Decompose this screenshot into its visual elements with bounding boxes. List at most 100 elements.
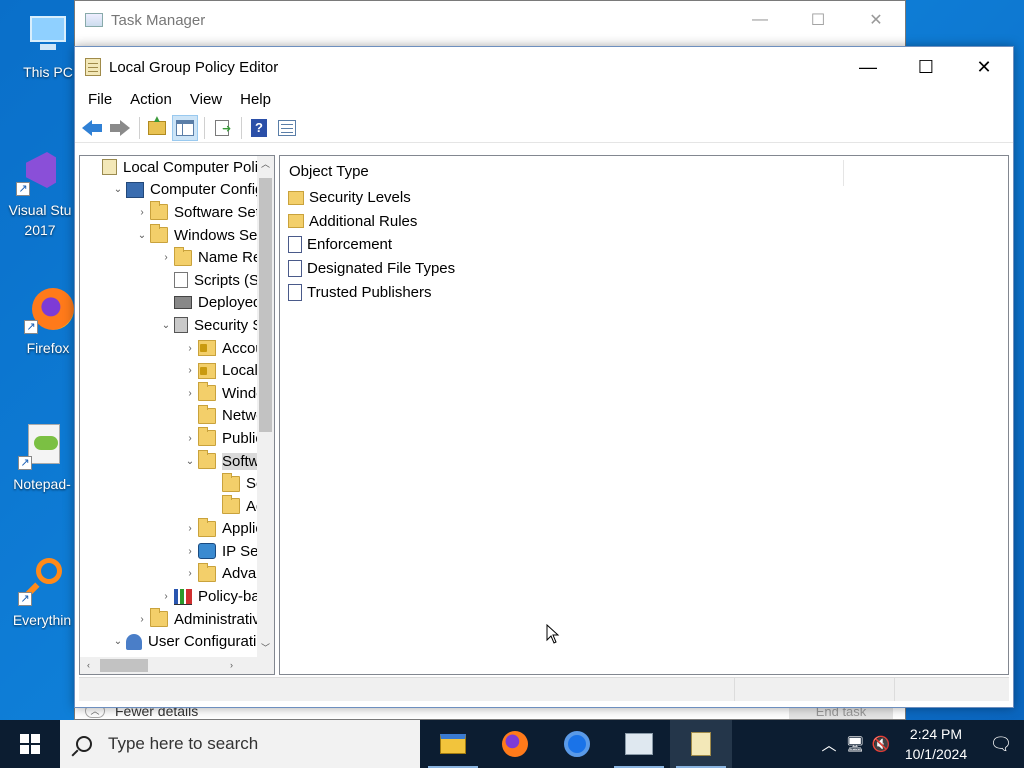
tree-vertical-scrollbar[interactable]: ︿ ﹀	[257, 156, 274, 657]
task-manager-title: Task Manager	[111, 11, 206, 29]
tree-node[interactable]: › Windows Defender Firewall	[80, 382, 257, 405]
export-list-button[interactable]	[209, 115, 235, 141]
scroll-left-icon[interactable]: ‹	[80, 657, 97, 674]
taskbar-chrome[interactable]	[546, 720, 608, 768]
tree-node[interactable]: › Name Resolution Policy	[80, 246, 257, 269]
chevron-right-icon[interactable]: ›	[134, 614, 150, 625]
taskbar-group-policy-editor[interactable]	[670, 720, 732, 768]
forward-button[interactable]	[107, 115, 133, 141]
tree-node[interactable]: Local Computer Policy	[80, 156, 257, 179]
tree-node[interactable]: Additional Rules	[80, 495, 257, 518]
folder-icon	[288, 214, 304, 229]
action-pane-icon	[278, 119, 296, 136]
taskbar-task-manager[interactable]	[608, 720, 670, 768]
task-manager-close-button[interactable]: ✕	[847, 1, 905, 39]
notifications-icon[interactable]: 🗨	[978, 734, 1024, 755]
minimize-button[interactable]: —	[839, 47, 897, 87]
chevron-right-icon[interactable]: ›	[182, 433, 198, 444]
tree-node[interactable]: Security Levels	[80, 472, 257, 495]
policy-document-icon	[288, 260, 302, 278]
taskbar-file-explorer[interactable]	[422, 720, 484, 768]
desktop-icon-everything[interactable]: ↗ Everythin	[4, 558, 80, 630]
tree-node[interactable]: Deployed Printers	[80, 292, 257, 315]
chevron-right-icon[interactable]: ›	[134, 207, 150, 218]
tree-node[interactable]: › Public Key Policies	[80, 427, 257, 450]
show-hide-console-tree-button[interactable]	[172, 114, 198, 141]
tree-node[interactable]: ⌄ Security Settings	[80, 314, 257, 337]
start-button[interactable]	[0, 720, 60, 768]
clock[interactable]: 2:24 PM 10/1/2024	[894, 724, 978, 764]
menu-help[interactable]: Help	[231, 87, 280, 113]
volume-muted-icon[interactable]: 🔇	[868, 735, 894, 753]
maximize-button[interactable]: ☐	[897, 47, 955, 87]
list-item[interactable]: Designated File Types	[280, 257, 1008, 281]
folder-icon	[150, 608, 168, 628]
chevron-right-icon[interactable]: ›	[182, 388, 198, 399]
tree-node[interactable]: › Account Policies	[80, 337, 257, 360]
scroll-thumb[interactable]	[259, 178, 272, 432]
chevron-right-icon[interactable]: ›	[158, 252, 174, 263]
tree-node[interactable]: ⌄ User Configuration	[80, 630, 257, 653]
task-manager-minimize-button[interactable]: —	[731, 1, 789, 39]
chevron-right-icon[interactable]: ›	[182, 546, 198, 557]
help-button[interactable]: ?	[246, 115, 272, 141]
scroll-thumb[interactable]	[100, 659, 148, 672]
chevron-right-icon[interactable]: ›	[182, 568, 198, 579]
tree-node[interactable]: › Administrative Templates	[80, 608, 257, 631]
notepad-plus-icon: ↗	[18, 422, 66, 470]
tree-node[interactable]: › Software Settings	[80, 201, 257, 224]
tree-node[interactable]: › Advanced Audit Policy	[80, 562, 257, 586]
desktop-icon-visual-studio[interactable]: ↗ Visual Stu 2017	[2, 148, 78, 240]
tree-node[interactable]: ⌄ Windows Settings	[80, 224, 257, 247]
search-icon	[76, 736, 92, 752]
chevron-right-icon[interactable]: ›	[182, 365, 198, 376]
close-button[interactable]: ✕	[955, 47, 1013, 87]
scroll-up-icon[interactable]: ︿	[257, 156, 274, 173]
desktop-icon-notepad[interactable]: ↗ Notepad-	[4, 422, 80, 494]
up-one-level-button[interactable]	[144, 114, 170, 141]
tree-node[interactable]: › Policy-based QoS	[80, 585, 257, 608]
shield-icon	[174, 317, 188, 334]
tree-node[interactable]: › IP Security Policies	[80, 540, 257, 563]
menu-file[interactable]: File	[79, 87, 121, 113]
chevron-right-icon[interactable]: ›	[182, 523, 198, 534]
details-pane[interactable]: Object Type Security Levels Additional Ru…	[279, 155, 1009, 675]
chevron-up-icon[interactable]: ︿	[816, 734, 842, 755]
task-manager-icon	[625, 733, 653, 755]
chevron-down-icon[interactable]: ⌄	[110, 184, 126, 195]
network-icon[interactable]: 🖥	[842, 735, 868, 753]
menu-view[interactable]: View	[181, 87, 231, 113]
list-item[interactable]: Security Levels	[280, 186, 1008, 210]
folder-up-icon	[148, 114, 166, 135]
task-manager-maximize-button[interactable]: ☐	[789, 1, 847, 39]
column-header-object-type[interactable]: Object Type	[280, 156, 1008, 186]
tree-node[interactable]: ⌄ Software Restriction Policies	[80, 450, 257, 473]
menu-action[interactable]: Action	[121, 87, 181, 113]
tree-horizontal-scrollbar[interactable]: ‹ ›	[80, 657, 257, 674]
list-item[interactable]: Additional Rules	[280, 210, 1008, 234]
chevron-right-icon[interactable]: ›	[182, 343, 198, 354]
tree-node[interactable]: › Application Control Policies	[80, 517, 257, 541]
taskbar-search-box[interactable]: Type here to search	[60, 720, 420, 768]
list-item[interactable]: Trusted Publishers	[280, 280, 1008, 304]
tree-node[interactable]: Network List Manager Policies	[80, 404, 257, 428]
list-item[interactable]: Enforcement	[280, 233, 1008, 257]
tree-node[interactable]: ⌄ Computer Configuration	[80, 179, 257, 202]
console-tree[interactable]: Local Computer Policy ⌄ Computer Configura…	[79, 155, 275, 675]
chevron-down-icon[interactable]: ⌄	[134, 230, 150, 241]
window-titlebar[interactable]: Local Group Policy Editor — ☐ ✕	[75, 47, 1013, 87]
back-button[interactable]	[79, 115, 105, 141]
chevron-down-icon[interactable]: ⌄	[158, 320, 174, 331]
group-policy-editor-window[interactable]: Local Group Policy Editor — ☐ ✕ File Act…	[74, 46, 1014, 708]
tree-node[interactable]: › Local Policies	[80, 359, 257, 382]
tree-node-label: Local Computer Policy	[123, 158, 257, 176]
show-hide-action-pane-button[interactable]	[274, 115, 300, 141]
chevron-right-icon[interactable]: ›	[158, 591, 174, 602]
tree-node[interactable]: Scripts (Startup/Shutdown)	[80, 269, 257, 292]
chevron-down-icon[interactable]: ⌄	[110, 636, 126, 647]
scroll-right-icon[interactable]: ›	[223, 657, 240, 674]
scroll-down-icon[interactable]: ﹀	[257, 640, 274, 657]
chevron-down-icon[interactable]: ⌄	[182, 456, 198, 467]
taskbar-firefox[interactable]	[484, 720, 546, 768]
arrow-left-icon	[82, 119, 102, 136]
